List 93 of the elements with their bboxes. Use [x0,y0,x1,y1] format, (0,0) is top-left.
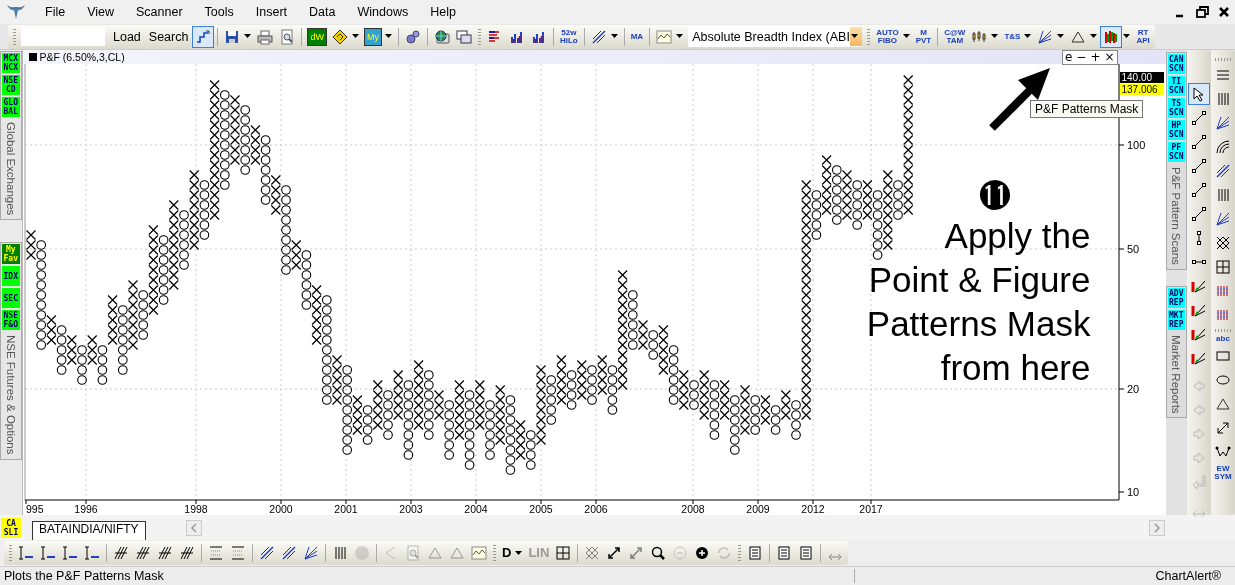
axis-label: 2001 [333,503,358,515]
menu-item[interactable]: Insert [244,5,299,19]
chart-tab[interactable]: BATAINDIA/NIFTY [32,521,146,540]
axis-label: 100 [1126,139,1145,151]
menu-item[interactable]: Data [298,5,347,19]
axis-label: 2012 [800,503,825,515]
caret-icon[interactable] [676,34,684,39]
search-field[interactable] [21,27,105,46]
tool-button[interactable]: 52w HiLo [557,27,580,46]
scroll-left-button[interactable] [185,519,202,536]
tool-button[interactable]: MA [628,31,646,42]
caret-icon[interactable] [244,34,252,39]
bar-chart-icon[interactable] [1100,25,1123,48]
axis-label: 2004 [463,503,488,515]
annotation-text: Apply the Point & Figure Patterns Mask from here [865,215,1091,389]
tool-button[interactable]: M PVT [913,27,934,46]
axis-label: 2000 [268,503,293,515]
status-message: Plots the P&F Patterns Mask [0,569,855,583]
square-icon [28,53,37,61]
menu-item[interactable]: Help [419,5,467,19]
tool-button[interactable]: RT API [1134,27,1152,46]
menu-item[interactable]: Tools [193,5,245,19]
panel-tab[interactable]: MKT REP [1167,309,1185,330]
caret-icon[interactable] [1057,34,1065,39]
product-name: ChartAlert® [1155,569,1222,583]
scroll-right-button[interactable] [1149,519,1165,536]
panel-tab[interactable]: HP SCN [1167,120,1185,140]
close-icon[interactable] [1217,5,1231,19]
tool-button[interactable]: abc [1214,334,1232,344]
axis-label: 10 [1126,486,1139,498]
pane-control-button[interactable]: × [1102,50,1117,64]
price-label: 137.006 [1119,84,1164,95]
panel-tab[interactable]: NSE F&O [2,310,20,331]
toolbar-button[interactable]: Load [109,26,145,47]
panel-tab[interactable]: NSE CD [2,75,20,95]
panel-tab[interactable]: MCX NCX [2,53,20,73]
caret-icon[interactable] [902,34,910,39]
axis-label: 2003 [398,503,423,515]
axis-label: 2017 [858,503,883,515]
panel-tab[interactable]: TS SCN [1167,98,1185,118]
panel-tab[interactable]: SEC [2,288,20,309]
panel-tab[interactable]: CAN SCN [1167,54,1185,74]
tooltip: P&F Patterns Mask [1030,100,1144,118]
panel-tab[interactable]: My Fav [2,244,20,265]
caret-icon[interactable] [991,34,999,39]
tool-button[interactable]: C@W TAM [942,27,968,46]
toolbar-button[interactable]: Search [144,26,193,47]
price-label: 140.00 [1119,72,1164,83]
axis-label: 1998 [183,503,208,515]
pane-control-button[interactable]: e [1062,50,1075,64]
chart-title: P&F (6.50%,3,CL) [39,51,125,63]
caret-icon[interactable] [851,34,859,39]
menu-item[interactable]: Windows [346,5,420,19]
step-number: ⓫ [978,178,1011,214]
panel-tab[interactable]: CA SLI [1,517,21,538]
tool-button[interactable]: D [500,544,514,562]
panel-tab[interactable]: GLO BAL [2,97,20,117]
panel-caption: Global Exchanges [4,121,17,218]
menu-item[interactable]: File [34,5,77,19]
panel-tab[interactable]: IDX [2,266,20,287]
axis-label: 20 [1126,383,1139,395]
axis-label: 2009 [745,503,770,515]
caret-icon[interactable] [384,34,392,39]
cursor-icon[interactable] [1188,83,1210,105]
pane-control-button[interactable]: − [1074,50,1089,64]
axis-label: 50 [1126,243,1139,255]
panel-caption: P&F Pattern Scans [1170,166,1183,267]
restore-icon[interactable] [1195,5,1209,19]
panel-caption: Market Reports [1170,333,1183,416]
menu-item[interactable]: View [76,5,126,19]
tool-button[interactable]: AUTO FIBO [874,27,901,46]
panel-tab[interactable]: ADV REP [1167,287,1185,308]
panel-tab[interactable]: PF SCN [1167,142,1185,162]
axis-label: 2008 [680,503,705,515]
tool-button[interactable]: dW [307,27,327,46]
axis-label: 2005 [528,503,553,515]
caret-icon[interactable] [515,550,523,556]
indicator-dropdown[interactable]: Absolute Breadth Index (ABI [688,26,863,47]
panel-caption: NSE Futures & Options [4,334,17,457]
step-chart-icon[interactable] [192,25,215,48]
axis-label: 2006 [583,503,608,515]
panel-tab[interactable]: TI SCN [1167,76,1185,96]
tool-button[interactable]: T&S [1002,31,1023,42]
caret-icon[interactable] [1090,34,1098,39]
axis-label: 995 [25,503,44,515]
tool-button[interactable]: EW SYM [1212,464,1234,482]
caret-icon[interactable] [1123,34,1131,39]
menu-item[interactable]: Scanner [125,5,194,19]
axis-label: 1996 [73,503,98,515]
pane-control-button[interactable]: + [1088,50,1103,64]
caret-icon[interactable] [610,34,618,39]
caret-icon[interactable] [1024,34,1032,39]
caret-icon[interactable] [351,34,359,39]
